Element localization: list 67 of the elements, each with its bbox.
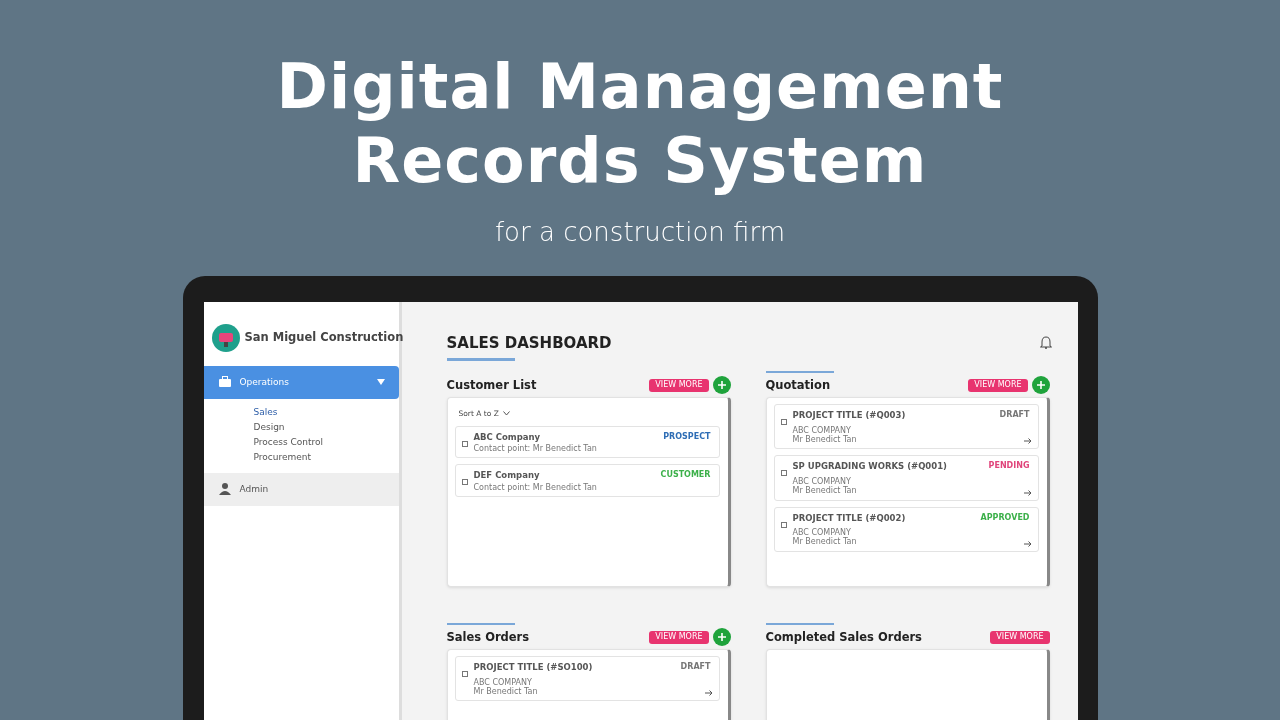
row-title: PROJECT TITLE (#Q002) bbox=[792, 511, 907, 525]
view-more-button[interactable]: VIEW MORE bbox=[649, 630, 709, 644]
arrow-right-icon bbox=[1023, 438, 1032, 445]
view-more-button[interactable]: VIEW MORE bbox=[649, 378, 709, 392]
list-row[interactable]: SP UPGRADING WORKS (#Q001) ABC COMPANY Mr Benedict Tan PENDING bbox=[773, 455, 1039, 501]
submenu-item[interactable]: Design bbox=[203, 419, 399, 435]
section-title: Quotation bbox=[765, 376, 831, 394]
row-title: PROJECT TITLE (#Q003) bbox=[792, 409, 907, 423]
plus-icon bbox=[1036, 381, 1045, 390]
list-row[interactable]: PROJECT TITLE (#Q002) ABC COMPANY Mr Benedict Tan APPROVED bbox=[773, 506, 1039, 552]
list-row[interactable]: PROJECT TITLE (#SO100) ABC COMPANY Mr Benedict Tan DRAFT bbox=[454, 656, 720, 702]
row-detail: Mr Benedict Tan bbox=[792, 537, 858, 547]
arrow-right-icon bbox=[704, 690, 713, 697]
row-title: DEF Company bbox=[473, 469, 541, 483]
submenu-item[interactable]: Procurement bbox=[203, 449, 399, 465]
view-more-button[interactable]: VIEW MORE bbox=[968, 378, 1028, 392]
status-label: PROSPECT bbox=[662, 430, 712, 443]
row-title: ABC Company bbox=[473, 430, 542, 444]
plus-icon bbox=[717, 381, 726, 390]
section-title: Sales Orders bbox=[446, 628, 530, 646]
row-detail: Mr Benedict Tan bbox=[473, 687, 539, 697]
status-label: DRAFT bbox=[679, 661, 712, 674]
row-detail: Mr Benedict Tan bbox=[792, 435, 858, 445]
row-detail: ABC COMPANY bbox=[792, 426, 851, 436]
arrow-right-icon bbox=[1023, 489, 1032, 496]
row-title: PROJECT TITLE (#SO100) bbox=[473, 661, 594, 675]
status-label: APPROVED bbox=[979, 511, 1031, 524]
status-label: CUSTOMER bbox=[659, 469, 712, 482]
checkbox[interactable] bbox=[461, 440, 468, 447]
row-detail: Mr Benedict Tan bbox=[792, 486, 858, 496]
status-label: PENDING bbox=[987, 460, 1031, 473]
checkbox[interactable] bbox=[780, 521, 787, 528]
list-row[interactable]: DEF Company Contact point: Mr Benedict Tan CUSTOMER bbox=[454, 464, 720, 498]
list-row[interactable]: PROJECT TITLE (#Q003) ABC COMPANY Mr Benedict Tan DRAFT bbox=[773, 404, 1039, 450]
section-title: Completed Sales Orders bbox=[765, 628, 922, 646]
arrow-right-icon bbox=[1023, 540, 1032, 547]
add-button[interactable] bbox=[712, 628, 731, 647]
person-icon bbox=[217, 482, 232, 497]
sidebar-item[interactable]: Admin bbox=[203, 472, 399, 506]
list-row[interactable]: ABC Company Contact point: Mr Benedict Tan PROSPECT bbox=[454, 425, 720, 459]
checkbox[interactable] bbox=[780, 419, 787, 426]
submenu-item[interactable]: Sales bbox=[203, 404, 399, 420]
section-title: Customer List bbox=[446, 376, 537, 394]
row-detail: ABC COMPANY bbox=[792, 528, 851, 538]
headline: Digital Management bbox=[276, 50, 1004, 125]
status-label: DRAFT bbox=[998, 409, 1031, 422]
brand-name: San Miguel Construction bbox=[244, 329, 404, 347]
page-title: SALES DASHBOARD bbox=[446, 332, 612, 354]
briefcase-icon bbox=[217, 375, 232, 390]
checkbox[interactable] bbox=[461, 479, 468, 486]
checkbox[interactable] bbox=[780, 470, 787, 477]
bell-icon bbox=[1039, 335, 1052, 349]
row-detail: ABC COMPANY bbox=[473, 678, 532, 688]
add-button[interactable] bbox=[712, 376, 731, 395]
add-button[interactable] bbox=[1031, 376, 1050, 395]
row-detail: Contact point: Mr Benedict Tan bbox=[473, 483, 598, 493]
headline: Records System bbox=[352, 124, 928, 199]
row-title: SP UPGRADING WORKS (#Q001) bbox=[792, 460, 948, 474]
row-detail: ABC COMPANY bbox=[792, 477, 851, 487]
submenu-item[interactable]: Process Control bbox=[203, 434, 399, 450]
checkbox[interactable] bbox=[461, 671, 468, 678]
chevron-down-icon bbox=[502, 411, 510, 417]
plus-icon bbox=[717, 633, 726, 642]
logo-icon bbox=[211, 323, 240, 352]
view-more-button[interactable]: VIEW MORE bbox=[990, 630, 1050, 644]
row-detail: Contact point: Mr Benedict Tan bbox=[473, 444, 598, 454]
subtitle: for a construction firm bbox=[494, 215, 786, 249]
